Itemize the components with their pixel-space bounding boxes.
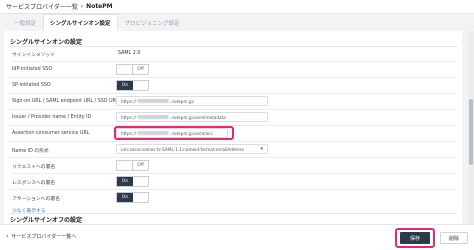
back-to-list-label: サービスプロバイダー一覧へ bbox=[11, 234, 77, 240]
breadcrumb-service-provider-list[interactable]: サービスプロバイダー一覧 bbox=[6, 2, 78, 11]
tab-bar: 一般設定 シングルサインオン設定 プロビジョニング設定 bbox=[0, 14, 474, 31]
footer-bar: ‹ サービスプロバイダー一覧へ 保存 削除 bbox=[0, 224, 474, 250]
assertion-signed-toggle[interactable]: On bbox=[116, 192, 149, 203]
chevron-left-icon: ‹ bbox=[6, 233, 9, 240]
toggle-on-segment[interactable]: On bbox=[117, 193, 133, 202]
scrollbar-thumb[interactable] bbox=[469, 99, 473, 165]
assertion-signed-label: アサーションへの署名 bbox=[12, 197, 60, 202]
request-signed-label: リクエストへの署名 bbox=[12, 165, 56, 170]
row-acs-url: Assertion consumer service URL https:// … bbox=[4, 126, 462, 142]
issuer-field[interactable]: https:// .notepm.jp/saml/metadata bbox=[116, 112, 268, 122]
row-sp-initiated: SP-initiated SSO On bbox=[4, 78, 462, 94]
response-signed-label: レスポンスへの署名 bbox=[12, 181, 56, 186]
url-prefix: https:// bbox=[121, 98, 137, 104]
row-issuer: Issuer / Provider name / Entity ID https… bbox=[4, 110, 462, 126]
toggle-off-segment[interactable] bbox=[133, 193, 148, 202]
toggle-off-segment[interactable]: Off bbox=[133, 65, 148, 74]
sign-on-url-field[interactable]: https:// .notepm.jp/ bbox=[116, 96, 268, 106]
idp-initiated-label: IdP-initiated SSO bbox=[12, 67, 53, 72]
row-sign-on-url: Sign-on URL / SAML endpoint URL / SSO UR… bbox=[4, 94, 462, 110]
name-id-value: urn:oasis:names:tc:SAML:1.1:nameid-forma… bbox=[121, 146, 245, 152]
redacted-subdomain bbox=[137, 99, 170, 103]
acs-url-highlight bbox=[114, 126, 234, 140]
row-idp-initiated: IdP-initiated SSO Off bbox=[4, 62, 462, 78]
response-signed-toggle[interactable]: On bbox=[116, 176, 149, 187]
name-id-label: Name ID の形式 bbox=[12, 149, 49, 154]
top-bar: サービスプロバイダー一覧 › NotePM bbox=[0, 0, 474, 14]
page-title: NotePM bbox=[86, 3, 113, 10]
section-divider bbox=[10, 213, 458, 214]
tab-provisioning-settings[interactable]: プロビジョニング設定 bbox=[119, 14, 186, 31]
breadcrumb-separator: › bbox=[80, 3, 84, 10]
url-prefix: https:// bbox=[121, 114, 137, 120]
row-response-signed: レスポンスへの署名 On bbox=[4, 174, 462, 190]
redacted-subdomain bbox=[137, 115, 170, 119]
signin-method-label: サインインメソッド bbox=[12, 53, 56, 58]
toggle-off-segment[interactable]: Off bbox=[133, 161, 148, 170]
delete-button[interactable]: 削除 bbox=[440, 232, 468, 244]
sso-section-title: シングルサインオンの設定 bbox=[10, 39, 83, 46]
slo-section-title: シングルサインオフの設定 bbox=[10, 217, 83, 224]
acs-url-label: Assertion consumer service URL bbox=[12, 131, 90, 136]
chevron-down-icon: ▾ bbox=[260, 146, 263, 152]
tab-general-settings[interactable]: 一般設定 bbox=[8, 14, 42, 31]
toggle-on-segment[interactable] bbox=[117, 161, 133, 170]
toggle-off-segment[interactable] bbox=[133, 177, 148, 186]
request-signed-toggle[interactable]: Off bbox=[116, 160, 149, 171]
url-suffix: .notepm.jp/saml/metadata bbox=[170, 114, 226, 120]
sign-on-url-label: Sign-on URL / SAML endpoint URL / SSO UR… bbox=[12, 99, 119, 104]
settings-panel: シングルサインオンの設定 サインインメソッド SAML 2.0 IdP-init… bbox=[4, 31, 462, 224]
row-assertion-signed: アサーションへの署名 On bbox=[4, 190, 462, 206]
vertical-scrollbar[interactable] bbox=[468, 31, 474, 224]
toggle-on-segment[interactable]: On bbox=[117, 81, 133, 90]
toggle-on-segment[interactable] bbox=[117, 65, 133, 74]
back-to-list-link[interactable]: ‹ サービスプロバイダー一覧へ bbox=[6, 233, 76, 240]
toggle-on-segment[interactable]: On bbox=[117, 177, 133, 186]
signin-method-value: SAML 2.0 bbox=[118, 51, 141, 56]
idp-initiated-toggle[interactable]: Off bbox=[116, 64, 149, 75]
row-request-signed: リクエストへの署名 Off bbox=[4, 158, 462, 174]
row-signin-method: サインインメソッド SAML 2.0 bbox=[4, 47, 462, 63]
sp-initiated-label: SP-initiated SSO bbox=[12, 83, 51, 88]
save-button[interactable]: 保存 bbox=[400, 232, 430, 244]
issuer-label: Issuer / Provider name / Entity ID bbox=[12, 115, 92, 120]
tab-sso-settings[interactable]: シングルサインオン設定 bbox=[43, 14, 118, 31]
sp-initiated-toggle[interactable]: On bbox=[116, 80, 149, 91]
row-name-id: Name ID の形式 urn:oasis:names:tc:SAML:1.1:… bbox=[4, 142, 462, 158]
toggle-off-segment[interactable] bbox=[133, 81, 148, 90]
name-id-select[interactable]: urn:oasis:names:tc:SAML:1.1:nameid-forma… bbox=[116, 144, 268, 154]
url-suffix: .notepm.jp/ bbox=[170, 98, 195, 104]
